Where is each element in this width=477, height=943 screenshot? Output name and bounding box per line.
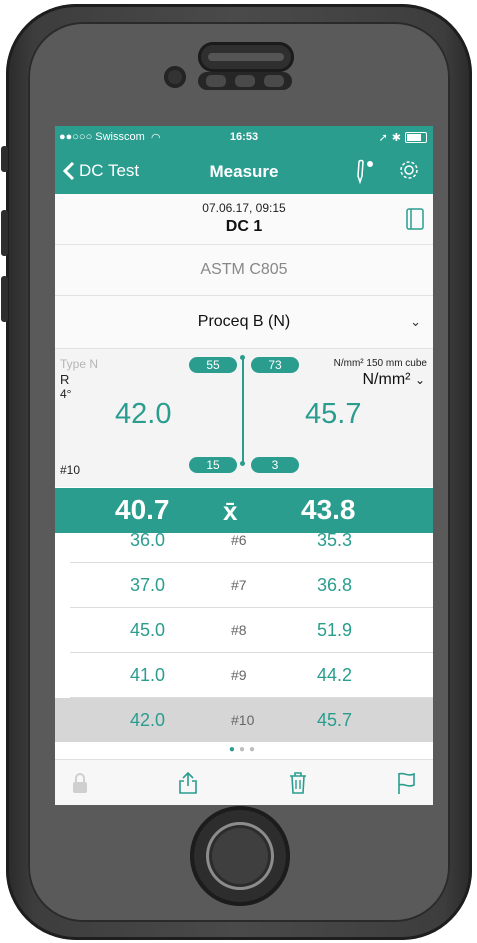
mean-symbol: x̄ [223,496,238,526]
home-button[interactable] [206,822,274,890]
notebook-icon[interactable] [405,208,425,230]
measurement-list[interactable]: 36.0 #6 35.3 37.0 #7 36.8 45.0 #8 51.9 4… [55,533,433,744]
table-row[interactable]: 36.0 #6 35.3 [70,533,433,563]
row-r-value: 42.0 [130,710,166,730]
mute-switch [1,146,8,172]
chevron-down-icon: ⌄ [414,373,425,387]
page-dot: ● [249,744,260,755]
row-index: #7 [231,577,247,593]
page-dot-active: ● [228,744,239,755]
screen: ●●○○○ Swisscom ◠ 16:53 ➚ ✱ DC Test Measu… [55,126,433,805]
measurement-panel: Type N R 4° #10 42.0 45.7 55 73 15 3 N/m… [55,349,433,487]
converted-value: 45.7 [305,398,362,430]
table-row[interactable]: 37.0 #7 36.8 [70,563,433,608]
range-dot-bottom [240,461,245,466]
r-value: 42.0 [115,398,172,430]
measurement-index: #10 [60,463,81,477]
bottom-toolbar [55,759,433,805]
standard-field[interactable]: ASTM C805 [55,245,433,296]
volume-up-button [1,210,8,256]
bluetooth-icon: ✱ [391,132,401,144]
share-icon[interactable] [177,771,199,795]
row-index: #10 [231,712,255,728]
range-divider [242,357,244,463]
impact-angle: 4° [60,387,72,401]
row-r-value: 45.0 [130,620,166,640]
range-dot-top [240,355,245,360]
settings-gear-icon[interactable] [397,158,421,182]
front-camera [164,66,186,88]
trash-icon[interactable] [287,771,309,795]
sensor-bar [198,72,292,90]
row-converted-value: 45.7 [317,710,353,730]
series-datetime: 07.06.17, 09:15 [202,201,286,215]
series-header: 07.06.17, 09:15 DC 1 [55,194,433,245]
series-name: DC 1 [225,218,263,235]
volume-down-button [1,276,8,322]
location-icon: ➚ [378,132,388,144]
page-dot: ● [238,744,250,755]
mean-r-value: 40.7 [115,494,170,525]
status-icons: ➚ ✱ [379,131,427,144]
row-index: #9 [231,667,247,683]
row-index: #6 [231,533,247,548]
row-converted-value: 36.8 [317,575,353,595]
row-converted-value: 44.2 [317,665,353,685]
r-min-badge: 15 [189,457,237,473]
status-bar: ●●○○○ Swisscom ◠ 16:53 ➚ ✱ [55,126,433,149]
r-label: R [60,372,70,387]
table-row[interactable]: 45.0 #8 51.9 [70,608,433,653]
mean-converted-value: 43.8 [301,494,356,525]
table-row-selected[interactable]: 42.0 #10 45.7 [55,698,433,742]
unit-select[interactable]: N/mm² ⌄ [363,371,426,389]
hammer-type-label: Type N [60,357,99,371]
nav-bar: DC Test Measure [55,149,433,194]
converted-max-badge: 73 [251,357,299,373]
unit-value: N/mm² [362,371,411,388]
speaker-grille [198,42,294,72]
probe-icon[interactable] [355,158,375,184]
converted-min-badge: 3 [251,457,299,473]
row-converted-value: 51.9 [317,620,353,640]
table-row[interactable]: 41.0 #9 44.2 [70,653,433,698]
chevron-down-icon: ⌄ [410,314,421,329]
lock-icon[interactable] [69,771,91,795]
page-indicator[interactable]: ●●● [55,744,433,758]
r-max-badge: 55 [189,357,237,373]
row-r-value: 41.0 [130,665,166,685]
flag-icon[interactable] [395,771,417,795]
row-converted-value: 35.3 [317,533,353,550]
conversion-curve-value: Proceq B (N) [197,313,291,330]
battery-icon [405,132,427,143]
row-index: #8 [231,622,247,638]
row-r-value: 37.0 [130,575,166,595]
unit-note: N/mm² 150 mm cube [333,358,427,369]
clock: 16:53 [229,131,259,143]
row-r-value: 36.0 [130,533,166,550]
page-title: Measure [209,162,279,181]
mean-bar: 40.7 x̄ 43.8 [55,488,433,533]
conversion-curve-select[interactable]: Proceq B (N) ⌄ [55,296,433,349]
